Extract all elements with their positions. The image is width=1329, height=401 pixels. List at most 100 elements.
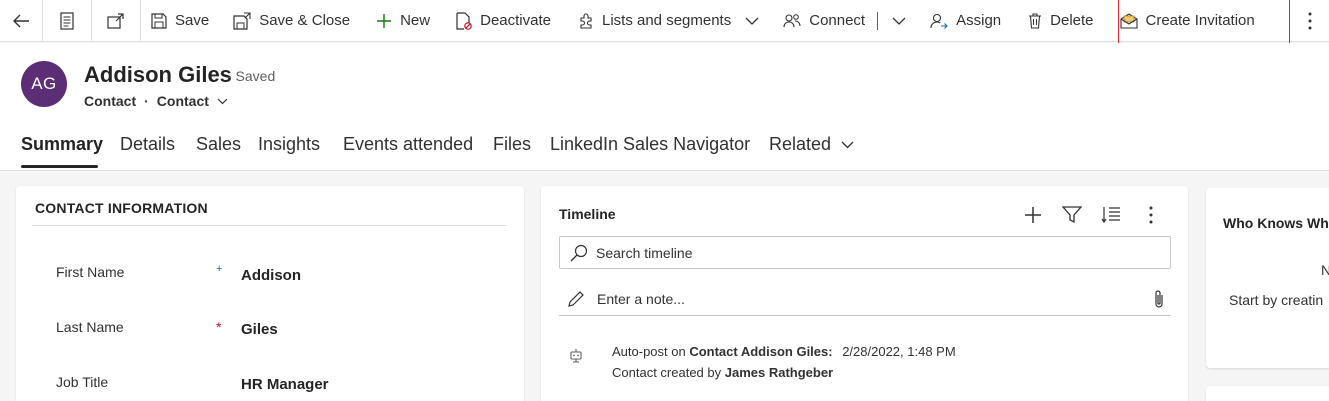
timeline-filter-button[interactable] [1062,204,1082,226]
first-name-field[interactable]: Addison [241,267,301,284]
save-icon [151,12,167,29]
who-knows-empty-title: N [1321,262,1329,278]
deactivate-button[interactable]: Deactivate [456,0,551,42]
tab-files[interactable]: Files [493,134,531,155]
connect-button[interactable]: Connect [783,0,906,42]
split-divider [877,11,879,30]
back-arrow-icon [13,14,29,27]
open-new-window-button[interactable] [92,0,140,42]
chevron-down-icon[interactable] [217,98,228,105]
trash-icon [1029,12,1042,29]
job-title-field[interactable]: HR Manager [241,376,329,393]
invitation-envelope-icon [1119,12,1138,29]
plus-icon [1025,207,1041,223]
business-recommended-marker: + [216,263,223,275]
who-knows-whom-card: Who Knows Wh N Start by creatin [1206,188,1329,368]
tab-insights[interactable]: Insights [258,134,320,155]
connect-label: Connect [809,12,866,29]
divider [32,225,507,226]
contact-information-card: CONTACT INFORMATION First Name + Addison… [16,186,524,401]
chevron-down-icon[interactable] [745,17,759,25]
create-invitation-button[interactable]: Create Invitation [1119,0,1255,42]
entry-author[interactable]: James Rathgeber [725,365,833,380]
open-in-new-window-icon [107,12,124,29]
new-button[interactable]: New [376,0,430,42]
back-button[interactable] [0,0,42,42]
field-label-first-name: First Name [56,264,125,280]
save-close-label: Save & Close [259,12,351,29]
search-placeholder: Search timeline [596,244,693,261]
note-input[interactable]: Enter a note... [559,283,1171,316]
field-label-last-name: Last Name [56,319,124,335]
entry-timestamp: 2/28/2022, 1:48 PM [842,344,956,359]
who-knows-empty-message: Start by creatin [1229,292,1324,308]
who-knows-title: Who Knows Wh [1223,215,1329,231]
tab-events-attended[interactable]: Events attended [343,134,473,155]
entry-prefix: Auto-post on [612,344,690,359]
pencil-icon [568,291,584,307]
puzzle-icon [580,12,592,29]
attachment-paperclip-icon[interactable] [1153,289,1165,309]
timeline-card: Timeline Search timeline Enter a note...… [541,186,1188,401]
deactivate-label: Deactivate [480,12,551,29]
entry-body-prefix: Contact created by [612,365,725,380]
sort-list-icon [1101,207,1120,224]
more-commands-button[interactable] [1300,0,1320,42]
more-vertical-icon [1308,12,1312,29]
field-label-job-title: Job Title [56,374,109,390]
auto-post-icon [569,348,583,369]
plus-icon [377,13,392,28]
connect-people-icon [783,13,801,27]
tab-details[interactable]: Details [120,134,175,155]
search-icon [570,244,588,261]
timeline-entry-header: Auto-post on Contact Addison Giles: 2/28… [612,344,956,359]
save-close-button[interactable]: Save & Close [233,0,350,42]
search-timeline-input[interactable]: Search timeline [559,236,1171,269]
lists-segments-button[interactable]: Lists and segments [578,0,759,42]
tab-summary[interactable]: Summary [21,134,103,155]
last-name-field[interactable]: Giles [241,321,278,338]
assign-label: Assign [956,12,1002,29]
form-view-button[interactable] [43,0,91,42]
command-bar: Save Save & Close New Deactivate Lists a… [0,0,1329,42]
timeline-more-button[interactable] [1149,204,1153,226]
tab-sales[interactable]: Sales [196,134,241,155]
lists-segments-label: Lists and segments [601,12,732,29]
new-label: New [400,12,431,29]
separator [140,0,141,42]
save-button[interactable]: Save [151,0,209,42]
record-name: Addison Giles [84,62,232,87]
note-placeholder: Enter a note... [597,291,685,307]
avatar: AG [21,61,67,107]
save-status: - Saved [227,68,276,84]
assign-button[interactable]: Assign [930,0,1001,42]
tab-related-label: Related [769,134,832,154]
active-tab-indicator [21,165,98,168]
delete-button[interactable]: Delete [1028,0,1094,42]
entry-subject[interactable]: Contact Addison Giles: [689,344,832,359]
form-icon [60,11,74,30]
record-header: AG Addison Giles - Saved Contact · Conta… [0,43,1329,171]
form-selector[interactable]: Contact [157,93,209,109]
tab-linkedin-sales-navigator[interactable]: LinkedIn Sales Navigator [550,134,750,155]
save-label: Save [175,12,210,29]
tab-related[interactable]: Related [769,134,854,155]
entity-name: Contact [84,93,137,109]
timeline-entry-body: Contact created by James Rathgeber [612,365,833,380]
dot-separator: · [144,93,149,109]
more-vertical-icon [1149,206,1153,224]
timeline-title: Timeline [559,206,616,222]
chevron-down-icon [841,141,854,148]
chevron-down-icon[interactable] [892,17,906,25]
timeline-sort-button[interactable] [1101,204,1121,226]
deactivate-icon [456,11,472,30]
record-type: Contact · Contact [84,93,228,109]
save-close-icon [233,11,251,30]
required-marker: * [216,319,222,335]
filter-icon [1062,206,1082,224]
create-invitation-label: Create Invitation [1145,12,1255,29]
delete-label: Delete [1050,12,1094,29]
timeline-add-button[interactable] [1023,204,1043,226]
section-title: CONTACT INFORMATION [35,200,208,216]
assign-person-icon [930,13,948,29]
